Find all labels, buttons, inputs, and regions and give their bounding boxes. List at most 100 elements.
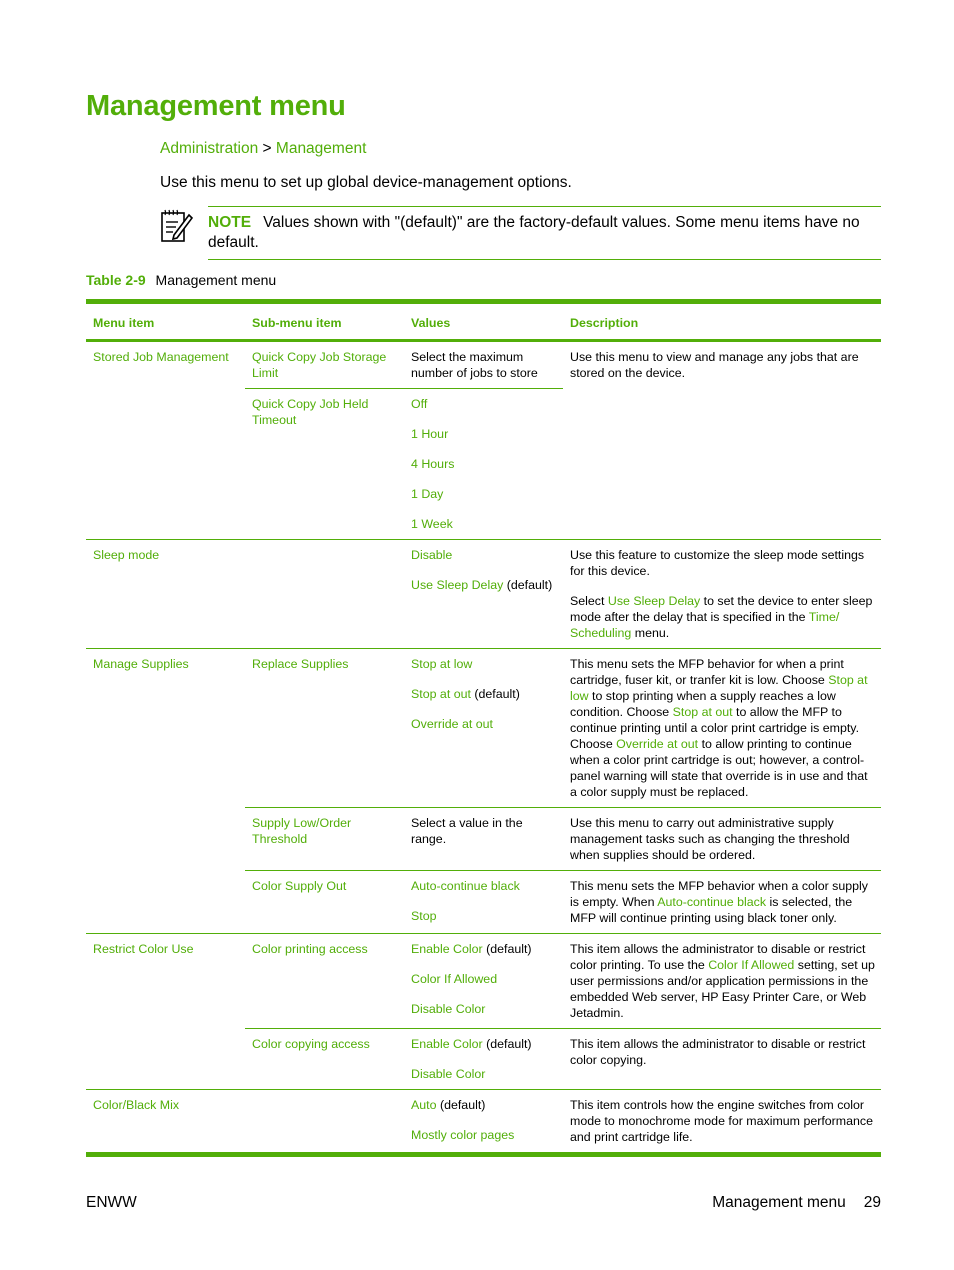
values-text: Select the maximum number of jobs to sto… [411,350,538,380]
value-option-default: Stop at out (default) [411,686,557,702]
values-list: Stop at low Stop at out (default) Overri… [404,649,563,808]
menu-color-black-mix[interactable]: Color/Black Mix [86,1090,245,1155]
submenu-color-copying-access[interactable]: Color copying access [245,1028,404,1090]
default-marker: (default) [506,578,553,592]
note-body: Values shown with "(default)" are the fa… [208,214,860,251]
value-option[interactable]: 1 Hour [411,426,557,442]
description: This item allows the administrator to di… [563,934,881,1029]
value-option-default: Enable Color (default) [411,1036,557,1052]
value-option[interactable]: Stop at low [411,656,557,672]
header-values: Values [411,316,451,330]
submenu-supply-low-order-threshold[interactable]: Supply Low/Order Threshold [245,807,404,871]
value-option[interactable]: Disable Color [411,1066,557,1082]
description: This item allows the administrator to di… [563,1028,881,1090]
values-list: Auto-continue black Stop [404,870,563,934]
note-pencil-icon [161,209,194,242]
inline-link[interactable]: Color If Allowed [708,958,794,972]
menu-restrict-color-use[interactable]: Restrict Color Use [86,934,245,1090]
header-menu-item: Menu item [93,316,155,330]
description: This item controls how the engine switch… [570,1098,874,1144]
value-option[interactable]: Enable Color [411,1037,483,1051]
note-box: NOTE Values shown with "(default)" are th… [160,206,881,260]
value-option[interactable]: Off [411,396,557,412]
submenu-color-printing-access[interactable]: Color printing access [245,934,404,1029]
header-description: Description [570,316,639,330]
menu-sleep-mode[interactable]: Sleep mode [86,540,245,649]
value-option[interactable]: Stop at out [411,687,471,701]
header-sub-menu-item: Sub-menu item [252,316,342,330]
table-caption-title: Management menu [155,272,277,288]
value-option[interactable]: 4 Hours [411,456,557,472]
menu-stored-job-management[interactable]: Stored Job Management [86,341,245,540]
values-list: Auto (default) Mostly color pages [404,1090,563,1155]
inline-link[interactable]: Override at out [616,737,698,751]
page-title: Management menu [86,90,346,122]
value-option-default: Use Sleep Delay (default) [411,577,557,593]
note-label: NOTE [208,214,252,231]
submenu-replace-supplies[interactable]: Replace Supplies [245,649,404,808]
value-option[interactable]: Color If Allowed [411,971,557,987]
default-marker: (default) [439,1098,486,1112]
value-option[interactable]: Use Sleep Delay [411,578,503,592]
text: Select [570,594,608,608]
description: This menu sets the MFP behavior when a c… [563,870,881,934]
note-rule-bottom [208,259,881,260]
value-option-default: Auto (default) [411,1097,557,1113]
submenu-quick-copy-job-held-timeout[interactable]: Quick Copy Job Held Timeout [245,388,404,540]
values-list: Enable Color (default) Color If Allowed … [404,934,563,1029]
submenu-empty [245,1090,404,1155]
submenu-color-supply-out[interactable]: Color Supply Out [245,870,404,934]
value-option[interactable]: Disable Color [411,1001,557,1017]
description: Use this menu to carry out administrativ… [563,807,881,871]
note-text: NOTE Values shown with "(default)" are th… [208,213,888,253]
value-option-default: Enable Color (default) [411,941,557,957]
value-option[interactable]: Disable [411,547,557,563]
table-row: Sleep mode Disable Use Sleep Delay (defa… [86,539,881,649]
note-rule-top [208,206,881,207]
value-option[interactable]: Stop [411,908,557,924]
value-option[interactable]: Auto [411,1098,437,1112]
intro-text: Use this menu to set up global device-ma… [160,174,572,191]
table-row: Color/Black Mix Auto (default) Mostly co… [86,1089,881,1155]
breadcrumb-separator: > [262,140,272,157]
description-paragraph: Use this feature to customize the sleep … [570,548,865,578]
table-row: Manage Supplies Replace Supplies Stop at… [86,648,881,808]
inline-link[interactable]: Use Sleep Delay [608,594,700,608]
footer-section: Management menu [712,1194,846,1211]
text: menu. [631,626,670,640]
value-option[interactable]: Enable Color [411,942,483,956]
page-number: 29 [863,1194,881,1211]
breadcrumb-administration-link[interactable]: Administration [160,140,258,157]
submenu-empty [245,540,404,649]
description-paragraph: Select Use Sleep Delay to set the device… [570,593,875,641]
inline-link[interactable]: Stop at out [673,705,733,719]
values-list: Off 1 Hour 4 Hours 1 Day 1 Week [404,388,563,540]
default-marker: (default) [474,687,520,701]
text: This menu sets the MFP behavior for when… [570,657,844,687]
value-option[interactable]: 1 Week [411,516,557,532]
table-row: Restrict Color Use Color printing access… [86,933,881,1029]
submenu-quick-copy-job-storage-limit[interactable]: Quick Copy Job Storage Limit [245,341,404,389]
values-text: Select a value in the range. [404,807,563,871]
value-option[interactable]: Override at out [411,716,557,732]
table-caption: Table 2-9 Management menu [86,272,276,288]
value-option[interactable]: Auto-continue black [411,878,557,894]
breadcrumb-management-link[interactable]: Management [276,140,366,157]
footer-locale: ENWW [86,1194,137,1211]
values-list: Disable Use Sleep Delay (default) [404,540,563,649]
footer-page-info: Management menu 29 [712,1194,881,1212]
value-option[interactable]: Mostly color pages [411,1127,557,1143]
table-caption-number: Table 2-9 [86,272,146,288]
description: This menu sets the MFP behavior for when… [563,649,881,808]
description: Use this feature to customize the sleep … [563,540,881,649]
table-header-row: Menu item Sub-menu item Values Descripti… [86,301,881,341]
management-menu-table: Menu item Sub-menu item Values Descripti… [86,299,881,1157]
default-marker: (default) [486,1037,532,1051]
value-option[interactable]: 1 Day [411,486,557,502]
menu-manage-supplies[interactable]: Manage Supplies [86,649,245,934]
values-list: Enable Color (default) Disable Color [404,1028,563,1090]
inline-link[interactable]: Auto-continue black [657,895,766,909]
description: Use this menu to view and manage any job… [570,350,859,380]
breadcrumb: Administration > Management [160,140,366,158]
default-marker: (default) [486,942,532,956]
